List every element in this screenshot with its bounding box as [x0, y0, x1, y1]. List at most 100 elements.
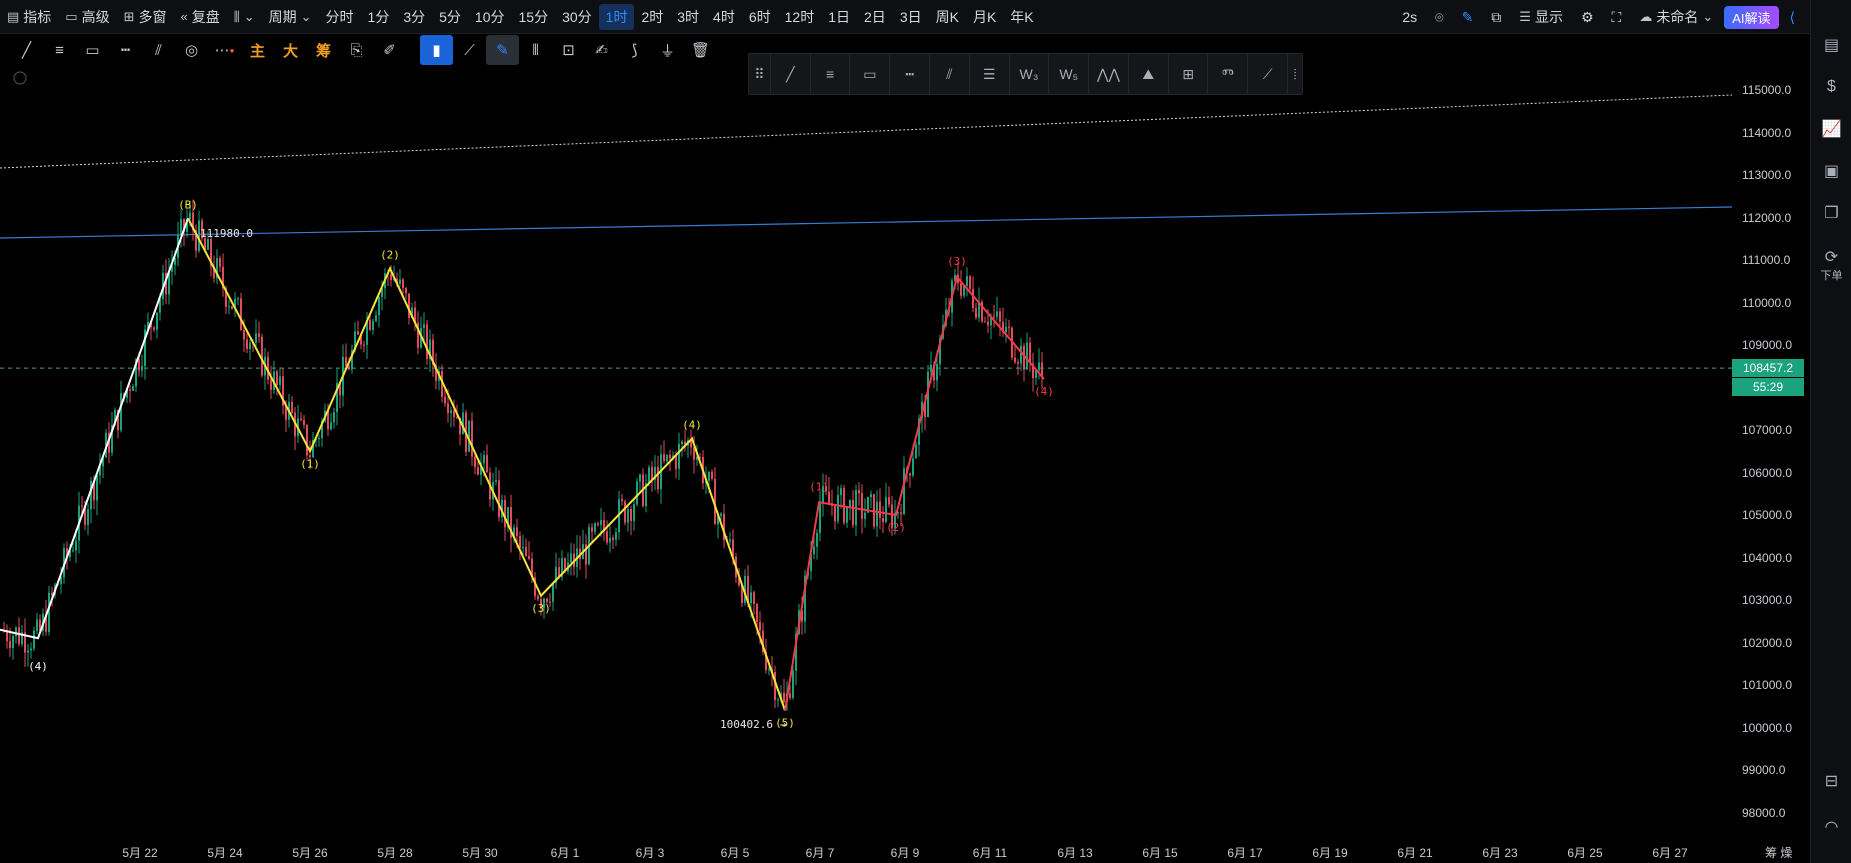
price-tick: 111000.0	[1742, 253, 1791, 267]
chip-button[interactable]: 筹	[307, 35, 340, 65]
camera-icon[interactable]: ⌾	[1428, 4, 1450, 30]
period-6[interactable]: 30分	[555, 4, 599, 30]
toolbar-right: 2s ⌾ ✎ ⧉ ☰ 显示 ⚙ ⛶ ☁ 未命名 ⌄ AI解读 ⟨	[1395, 0, 1802, 34]
range-tool-icon[interactable]: ┅	[890, 54, 931, 94]
time-tick: 6月 7	[805, 846, 835, 860]
candle-body	[591, 527, 593, 532]
pattern-icon[interactable]: ⋀⋀	[1089, 54, 1129, 94]
add-note-icon[interactable]: ⊞	[1169, 54, 1209, 94]
period-16[interactable]: 周K	[929, 4, 966, 30]
time-tick: 6月 3	[635, 846, 665, 860]
layout-name-button[interactable]: ☁ 未命名 ⌄	[1632, 4, 1720, 30]
candle-body	[936, 364, 938, 381]
lock-icon[interactable]: ⊡	[552, 35, 585, 65]
wave-3-icon[interactable]: W₃	[1010, 54, 1050, 94]
text-tool-icon[interactable]: Ⱅ	[1208, 54, 1249, 94]
period-15[interactable]: 3日	[893, 4, 929, 30]
price-tick: 105000.0	[1742, 508, 1793, 522]
rectangle-icon[interactable]: ▭	[76, 35, 109, 65]
layout-icon[interactable]: ⊟	[1811, 760, 1851, 802]
candle-body	[816, 532, 818, 547]
settings-icon[interactable]: ⚙	[1574, 4, 1601, 30]
period-10[interactable]: 4时	[706, 4, 742, 30]
image-icon[interactable]: ⛰	[1129, 54, 1169, 94]
watchlist-icon[interactable]: ▤	[1811, 24, 1851, 66]
period-4[interactable]: 10分	[468, 4, 512, 30]
popout-icon[interactable]: ⧉	[1484, 4, 1508, 30]
candle-body	[279, 376, 281, 385]
chart-type-button[interactable]: ⫼ ⌄	[227, 4, 262, 30]
period-7[interactable]: 1时	[598, 3, 635, 30]
period-11[interactable]: 6时	[742, 4, 778, 30]
monitor-icon[interactable]: ▣	[1811, 150, 1851, 192]
wave-5-icon[interactable]: W₅	[1049, 54, 1090, 94]
display-button[interactable]: ☰ 显示	[1512, 4, 1570, 30]
support-icon[interactable]: ◠	[1811, 806, 1851, 848]
period-5[interactable]: 15分	[512, 4, 556, 30]
trendline-blue	[0, 206, 1732, 239]
hlines-tool-icon[interactable]: ≡	[811, 54, 851, 94]
replay-button[interactable]: «复盘	[174, 4, 227, 30]
order-button[interactable]: ⟳ 下单	[1811, 244, 1851, 286]
line-tool-icon[interactable]: ╱	[771, 54, 811, 94]
horizontal-lines-icon[interactable]: ≡	[43, 35, 76, 65]
period-14[interactable]: 2日	[857, 4, 893, 30]
rect-tool-icon[interactable]: ▭	[850, 54, 891, 94]
filter-icon[interactable]: ⏚	[651, 35, 684, 65]
fib-levels-icon[interactable]: ☰	[970, 54, 1010, 94]
candle-body	[681, 441, 683, 445]
candle-body	[33, 630, 35, 649]
period-2[interactable]: 3分	[396, 4, 432, 30]
trash-icon[interactable]: 🗑	[684, 35, 717, 65]
magnet-icon[interactable]: ⎘	[340, 35, 373, 65]
period-8[interactable]: 2时	[634, 4, 670, 30]
candle-body	[1038, 362, 1040, 371]
period-13[interactable]: 1日	[821, 4, 857, 30]
measure-icon[interactable]: ⟋	[1248, 54, 1289, 94]
candle-body	[96, 475, 98, 501]
period-18[interactable]: 年K	[1003, 4, 1040, 30]
big-order-button[interactable]: 大	[274, 35, 307, 65]
advanced-button[interactable]: ▭ 高级	[58, 4, 116, 30]
ai-interpret-button[interactable]: AI解读	[1724, 5, 1779, 29]
multi-window-button[interactable]: ⊞ 多窗	[117, 4, 174, 30]
eraser-pen-icon[interactable]: ✐	[373, 35, 406, 65]
chart-canvas[interactable]: (4)(B)(1)(2)(3)(4)(5)(1)(2)(3)(4)111980.…	[0, 66, 1732, 841]
period-1[interactable]: 1分	[361, 4, 397, 30]
trend-line-icon[interactable]: ╱	[10, 35, 43, 65]
channel-tool-icon[interactable]: ⫽	[930, 54, 970, 94]
indicator-button[interactable]: ▤ 指标	[0, 4, 58, 30]
fullscreen-icon[interactable]: ⛶	[1605, 4, 1629, 30]
share-icon[interactable]: ⟨	[1783, 4, 1802, 30]
period-3[interactable]: 5分	[432, 4, 468, 30]
bookmark-icon[interactable]: ▮	[420, 35, 453, 65]
pen-icon[interactable]: ✎	[1455, 4, 1481, 30]
cards-icon[interactable]: ❐	[1811, 192, 1851, 234]
parallel-channel-icon[interactable]: ⫽	[142, 35, 175, 65]
candle-body	[819, 503, 821, 533]
period-17[interactable]: 月K	[966, 4, 1003, 30]
drag-handle-icon[interactable]: ⠿	[749, 54, 771, 94]
period-0[interactable]: 分时	[319, 4, 361, 30]
more-tools-icon[interactable]: ⋯ ●	[208, 35, 241, 65]
candle-body	[243, 330, 245, 340]
candle-body	[624, 501, 626, 523]
refresh-interval[interactable]: 2s	[1395, 4, 1424, 30]
period-12[interactable]: 12时	[778, 4, 822, 30]
period-9[interactable]: 3时	[670, 4, 706, 30]
fib-circle-icon[interactable]: ◎	[175, 35, 208, 65]
candle-body	[858, 490, 860, 494]
candle-body	[753, 592, 755, 604]
price-range-icon[interactable]: ┅	[109, 35, 142, 65]
trend-icon[interactable]: 📈	[1811, 108, 1851, 150]
period-dropdown[interactable]: 周期 ⌄	[262, 4, 319, 30]
collapse-handle-icon[interactable]: ⦙	[1288, 54, 1302, 94]
ruler-icon[interactable]: ⟋	[453, 35, 486, 65]
pen-icon[interactable]: ⟆	[618, 35, 651, 65]
main-indicator-button[interactable]: 主	[241, 35, 274, 65]
note-icon[interactable]: ✍	[585, 35, 618, 65]
candle-body	[915, 444, 917, 459]
bar-pattern-icon[interactable]: ⫴	[519, 35, 552, 65]
wallet-icon[interactable]: $	[1811, 66, 1851, 108]
brush-icon[interactable]: ✎	[486, 35, 519, 65]
